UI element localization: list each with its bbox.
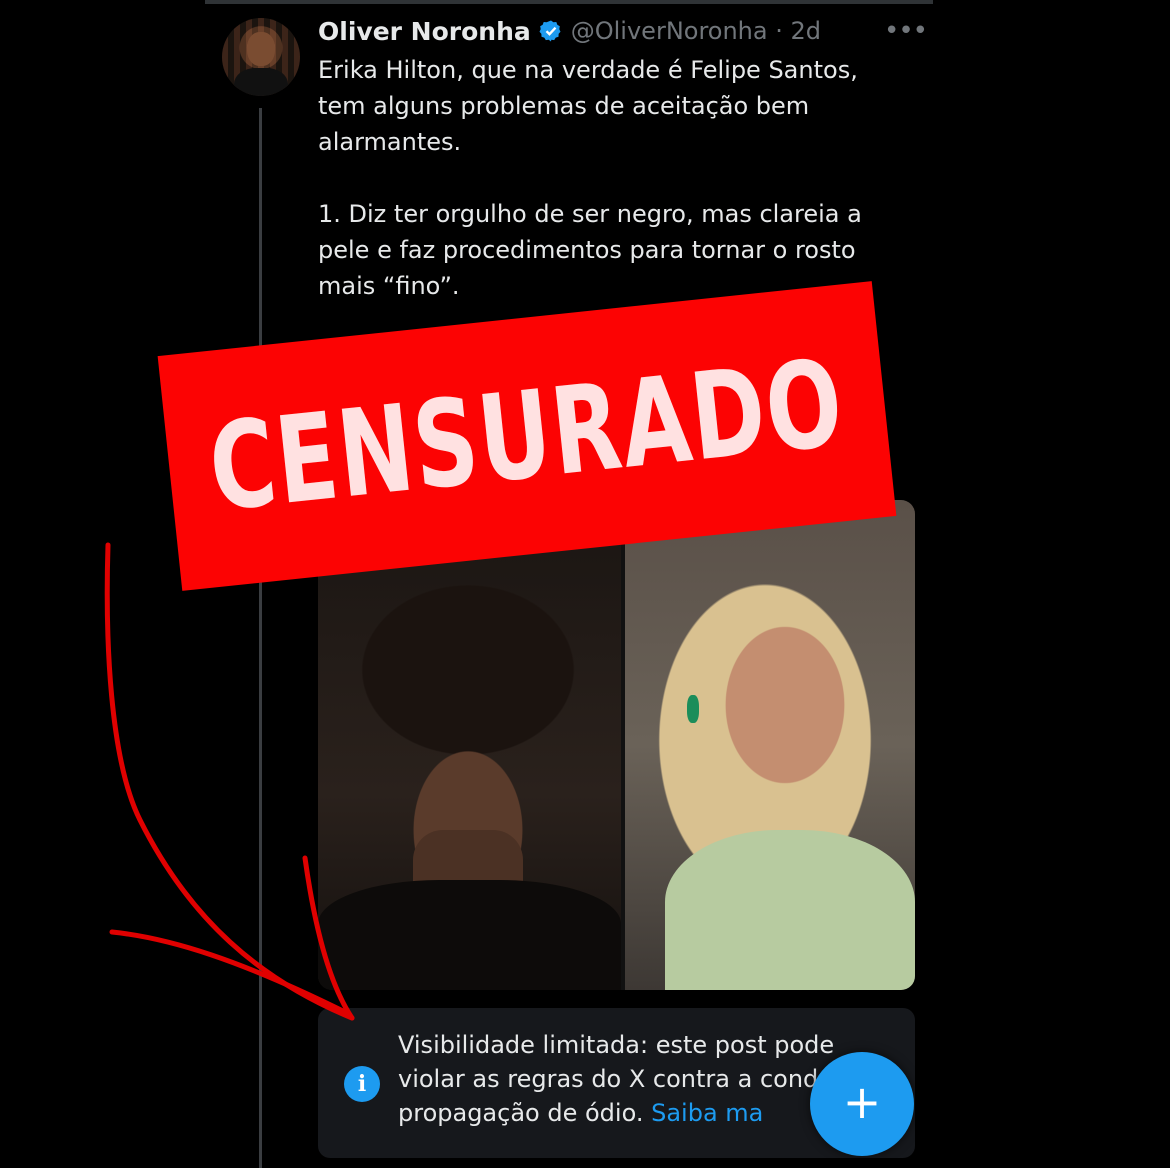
author-handle-time[interactable]: @OliverNoronha · 2d: [571, 17, 821, 45]
author-avatar[interactable]: [222, 18, 300, 96]
notice-message: Visibilidade limitada: este post pode vi…: [398, 1031, 856, 1127]
media-photo-left[interactable]: [318, 500, 621, 990]
annotation-arrow-curve: [104, 542, 355, 1021]
timeline-top-border: [205, 0, 933, 4]
media-photo-right[interactable]: [625, 500, 915, 990]
censored-stamp-text: CENSURADO: [203, 333, 851, 539]
learn-more-link[interactable]: Saiba ma: [651, 1099, 763, 1127]
tweet-header: Oliver Noronha @OliverNoronha · 2d: [318, 14, 821, 48]
more-options-icon[interactable]: •••: [884, 16, 928, 46]
tweet-paragraph-1: Erika Hilton, que na verdade é Felipe Sa…: [318, 56, 858, 156]
verified-badge-icon: [539, 20, 561, 42]
author-name[interactable]: Oliver Noronha: [318, 17, 531, 46]
annotation-arrow-straight: [109, 929, 348, 1015]
thread-connector-line: [259, 108, 262, 1168]
notice-text: Visibilidade limitada: este post pode vi…: [398, 1028, 868, 1130]
info-icon: i: [344, 1066, 380, 1102]
tweet-media[interactable]: [318, 500, 915, 990]
compose-fab-button[interactable]: +: [810, 1052, 914, 1156]
